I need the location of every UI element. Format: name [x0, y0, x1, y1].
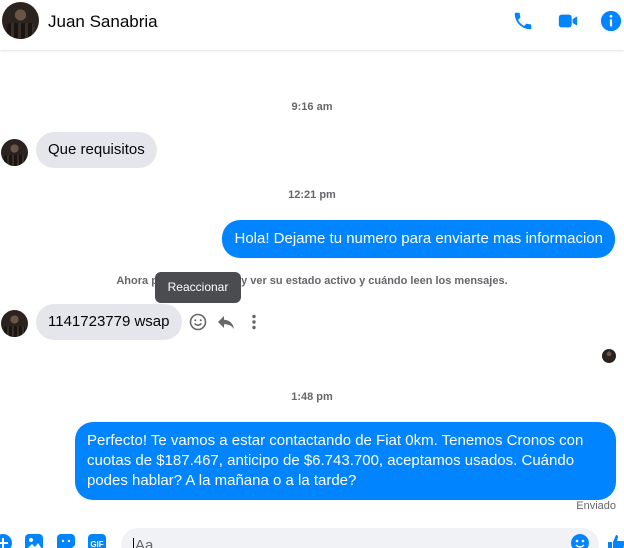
- video-camera-icon[interactable]: [557, 10, 579, 32]
- emoji-icon[interactable]: [571, 534, 589, 548]
- react-emoji-icon[interactable]: [188, 312, 208, 332]
- message-bubble-incoming[interactable]: Que requisitos: [36, 132, 157, 168]
- svg-text:GIF: GIF: [90, 540, 103, 548]
- sticker-icon[interactable]: [57, 534, 75, 548]
- message-bubble-outgoing[interactable]: Hola! Dejame tu numero para enviarte mas…: [222, 220, 615, 258]
- gif-icon[interactable]: GIF: [88, 534, 106, 548]
- contact-name[interactable]: Juan Sanabria: [48, 12, 158, 32]
- image-icon[interactable]: [25, 534, 43, 548]
- react-tooltip: Reaccionar: [155, 272, 241, 303]
- text-caret: [133, 538, 134, 548]
- contact-avatar[interactable]: [2, 2, 39, 39]
- active-status-notice: Ahora pueden llamarse y ver su estado ac…: [116, 275, 508, 287]
- message-bubble-incoming[interactable]: 1141723779 wsap: [36, 304, 182, 340]
- more-options-icon[interactable]: [244, 312, 264, 332]
- like-icon[interactable]: [607, 534, 624, 548]
- sender-avatar[interactable]: [1, 139, 28, 166]
- reply-icon[interactable]: [216, 312, 236, 332]
- phone-icon[interactable]: [512, 10, 534, 32]
- read-receipt-avatar: [602, 349, 616, 363]
- message-bubble-outgoing[interactable]: Perfecto! Te vamos a estar contactando d…: [75, 422, 616, 500]
- timestamp: 9:16 am: [291, 101, 333, 113]
- message-input-placeholder: Aa: [135, 537, 154, 548]
- chat-header: Juan Sanabria: [0, 0, 624, 50]
- sender-avatar[interactable]: [1, 310, 28, 337]
- message-input[interactable]: Aa: [121, 528, 599, 548]
- timestamp: 1:48 pm: [291, 391, 333, 403]
- info-icon[interactable]: [600, 10, 622, 32]
- message-status: Enviado: [576, 500, 616, 512]
- timestamp: 12:21 pm: [288, 189, 336, 201]
- plus-icon[interactable]: [0, 534, 12, 548]
